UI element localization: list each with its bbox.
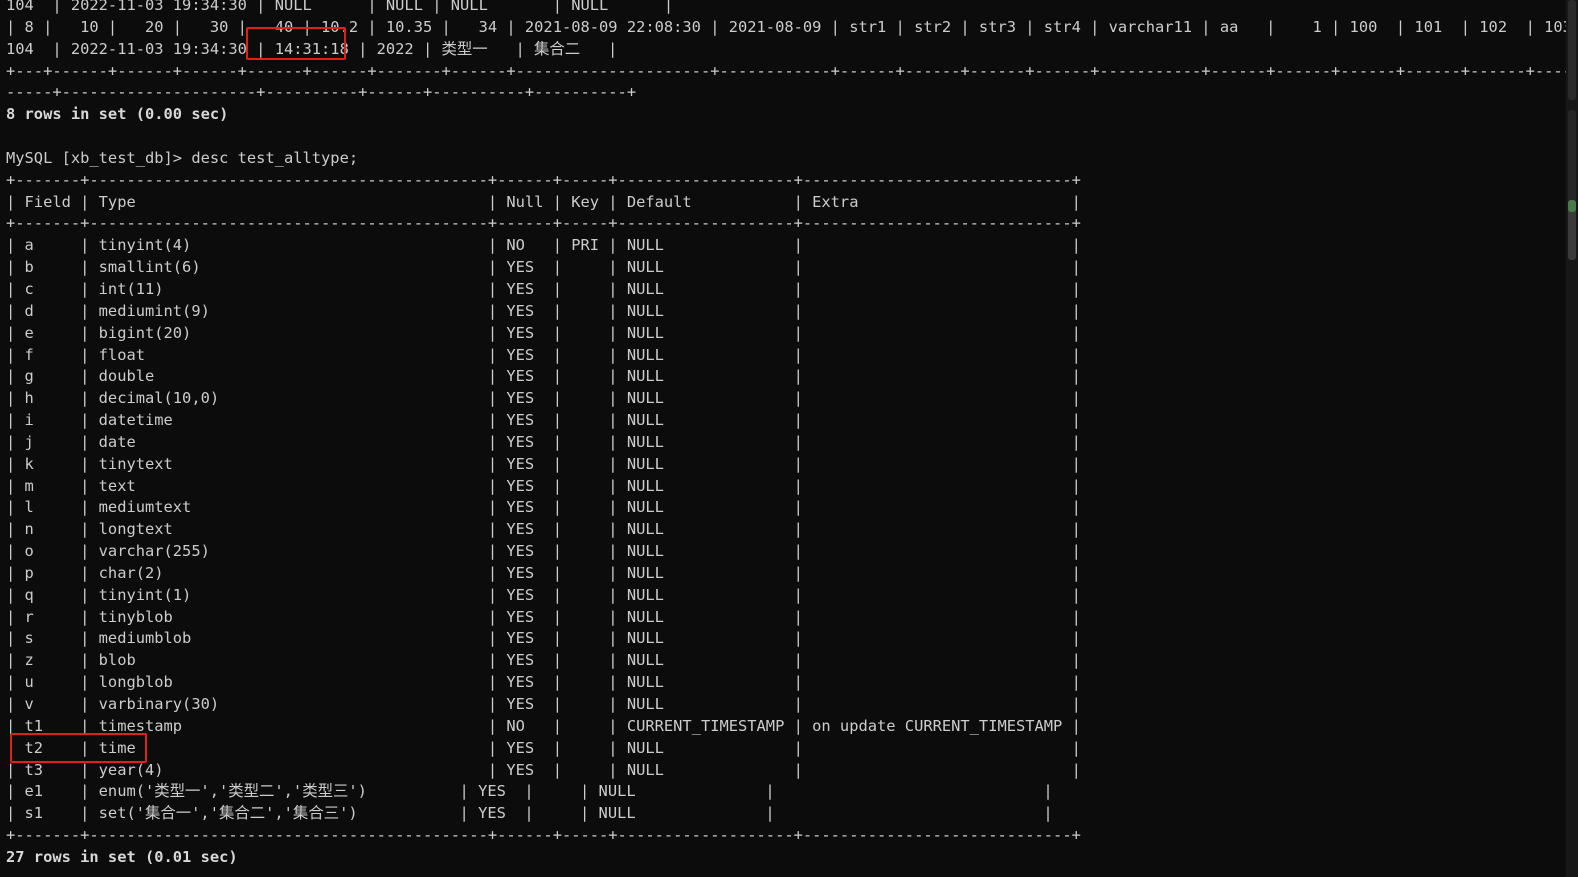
terminal-output: 104 | 2022-11-03 19:34:30 | NULL | NULL … (6, 0, 1578, 869)
terminal-line: | k | tinytext | YES | | NULL | | (6, 454, 1081, 473)
terminal-line: +---+------+------+------+------+------+… (6, 61, 1578, 80)
terminal-line: 104 | 2022-11-03 19:34:30 | NULL | NULL … (6, 0, 674, 14)
terminal-line: | f | float | YES | | NULL | | (6, 345, 1081, 364)
terminal-line: | q | tinyint(1) | YES | | NULL | | (6, 585, 1081, 604)
terminal-line: +-------+-------------------------------… (6, 170, 1081, 189)
terminal-line: | b | smallint(6) | YES | | NULL | | (6, 258, 1081, 277)
terminal-line: | i | datetime | YES | | NULL | | (6, 411, 1081, 430)
scrollbar-thumb[interactable] (1568, 0, 1576, 100)
terminal-line: | z | blob | YES | | NULL | | (6, 651, 1081, 670)
terminal-line: 104 | 2022-11-03 19:34:30 | 14:31:18 | 2… (6, 39, 618, 58)
terminal-line: 8 rows in set (0.00 sec) (6, 105, 229, 124)
terminal-line: +-------+-------------------------------… (6, 826, 1081, 845)
terminal-line: | c | int(11) | YES | | NULL | | (6, 279, 1081, 298)
terminal-line: 27 rows in set (0.01 sec) (6, 847, 238, 866)
terminal-line: | a | tinyint(4) | NO | PRI | NULL | | (6, 236, 1081, 255)
vertical-scrollbar[interactable] (1566, 0, 1578, 877)
terminal-line: | t2 | time | YES | | NULL | | (6, 738, 1081, 757)
terminal-line: | e | bigint(20) | YES | | NULL | | (6, 323, 1081, 342)
terminal-line: | Field | Type | Null | Key | Default | … (6, 192, 1081, 211)
terminal-line: | s | mediumblob | YES | | NULL | | (6, 629, 1081, 648)
scrollbar-marker (1568, 200, 1576, 212)
terminal-line: | u | longblob | YES | | NULL | | (6, 673, 1081, 692)
terminal-line: | g | double | YES | | NULL | | (6, 367, 1081, 386)
terminal-window[interactable]: 104 | 2022-11-03 19:34:30 | NULL | NULL … (0, 0, 1578, 877)
terminal-line: | l | mediumtext | YES | | NULL | | (6, 498, 1081, 517)
terminal-line: | d | mediumint(9) | YES | | NULL | | (6, 301, 1081, 320)
terminal-line: | 8 | 10 | 20 | 30 | 40 | 10.2 | 10.35 |… (6, 17, 1578, 36)
terminal-line: | t1 | timestamp | NO | | CURRENT_TIMEST… (6, 716, 1081, 735)
terminal-line: | o | varchar(255) | YES | | NULL | | (6, 542, 1081, 561)
terminal-line: | p | char(2) | YES | | NULL | | (6, 563, 1081, 582)
terminal-line: | t3 | year(4) | YES | | NULL | | (6, 760, 1081, 779)
terminal-line: +-------+-------------------------------… (6, 214, 1081, 233)
terminal-line: MySQL [xb_test_db]> desc test_alltype; (6, 148, 359, 167)
terminal-line: | v | varbinary(30) | YES | | NULL | | (6, 695, 1081, 713)
terminal-line: | j | date | YES | | NULL | | (6, 432, 1081, 451)
terminal-line: | n | longtext | YES | | NULL | | (6, 520, 1081, 539)
terminal-line: | e1 | enum('类型一','类型二','类型三') | YES | |… (6, 782, 1053, 801)
terminal-line: | r | tinyblob | YES | | NULL | | (6, 607, 1081, 626)
terminal-line: | h | decimal(10,0) | YES | | NULL | | (6, 389, 1081, 408)
terminal-line: | m | text | YES | | NULL | | (6, 476, 1081, 495)
terminal-line: | s1 | set('集合一','集合二','集合三') | YES | | … (6, 804, 1053, 823)
terminal-line: -----+---------------------+----------+-… (6, 83, 637, 102)
